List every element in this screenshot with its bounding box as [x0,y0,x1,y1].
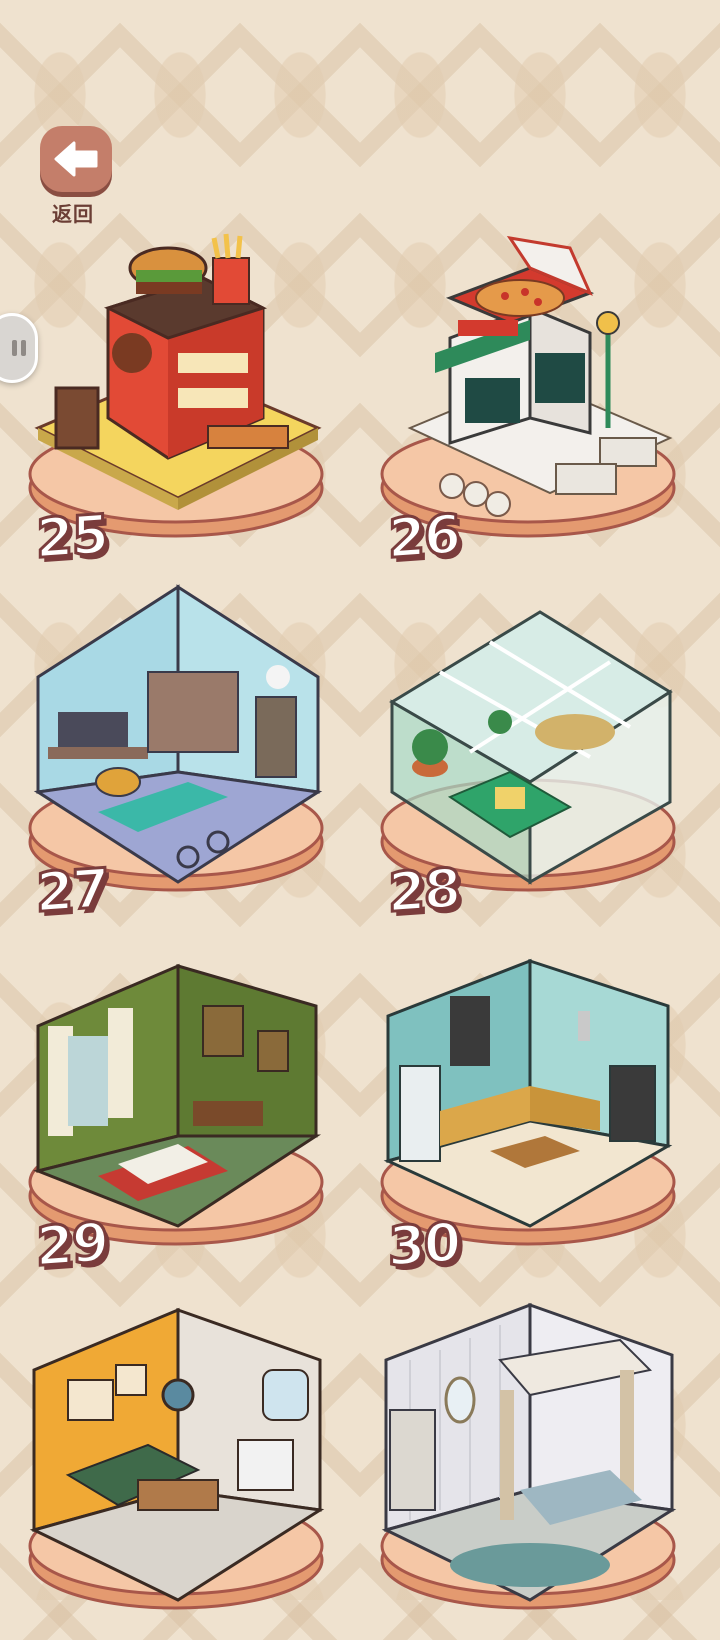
dining-room-scene [33,963,322,1228]
level-card-32[interactable] [380,1300,680,1640]
greenhouse-scene [389,610,673,885]
burger-shop-scene [34,233,322,510]
level-card-26[interactable]: 26 [380,228,680,572]
canopy-bedroom-scene [381,1302,677,1602]
level-number: 26 [387,501,461,572]
back-label: 返回 [52,202,94,226]
level-card-28[interactable]: 28 [380,582,680,926]
level-card-31[interactable] [28,1300,328,1640]
pizza-shop-scene [407,235,673,517]
level-number: 27 [35,855,109,926]
pause-icon [12,340,26,356]
level-card-25[interactable]: 25 [28,228,328,572]
level-number: 30 [387,1209,461,1280]
back-arrow-icon [54,141,98,177]
level-card-29[interactable]: 29 [28,936,328,1280]
level-card-27[interactable]: 27 [28,582,328,926]
kitchen-scene [383,958,673,1228]
kids-bedroom-scene [33,584,323,884]
level-number: 25 [35,501,109,572]
orange-bedroom-scene [29,1307,325,1602]
back-button[interactable] [40,126,112,192]
level-number: 28 [387,855,461,926]
level-card-30[interactable]: 30 [380,936,680,1280]
level-number: 29 [35,1209,109,1280]
